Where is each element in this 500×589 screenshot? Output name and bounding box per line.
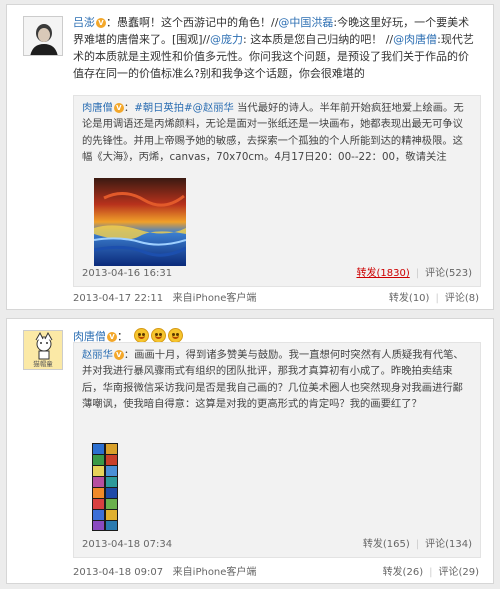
- comment-button[interactable]: 评论(8): [445, 293, 479, 304]
- comment-count-button[interactable]: 评论(134): [425, 539, 472, 550]
- repost-text: 赵丽华 V ：画画十月，得到诸多赞美与鼓励。我一直想何时突然有人质疑我有代笔、并对我…: [82, 349, 464, 411]
- timestamp[interactable]: 2013-04-16 16:31: [82, 266, 172, 282]
- timestamp[interactable]: 2013-04-17 22:11: [73, 293, 163, 304]
- avatar[interactable]: 猫帽童: [23, 330, 63, 370]
- post-text: ：愚蠢啊！这个西游记中的角色！//: [106, 16, 279, 29]
- post-card: 猫帽童 肉唐僧 V： 赵丽华 V ：画画十月，得到诸多赞美与鼓励。我一直想何时突然有人…: [6, 318, 494, 584]
- painting-thumbnail[interactable]: [93, 178, 187, 266]
- repost-author[interactable]: 肉唐僧: [82, 102, 113, 114]
- repost-author[interactable]: 赵丽华: [82, 349, 113, 361]
- post-footer: 2013-04-17 22:11 来自iPhone客户端 转发(10) | 评论(8…: [73, 291, 479, 307]
- paintings-thumbnail-strip[interactable]: [92, 443, 118, 531]
- laughing-emoji-icon: [167, 328, 183, 343]
- post-footer: 2013-04-18 09:07 来自iPhone客户端 转发(26) | 评论(2…: [73, 565, 479, 581]
- repost-box: 赵丽华 V ：画画十月，得到诸多赞美与鼓励。我一直想何时突然有人质疑我有代笔、并对我…: [73, 342, 481, 558]
- repost-text: 肉唐僧 V ：#朝日英拍#@赵丽华 当代最好的诗人。半年前开始疯狂地爱上绘画。无论是…: [82, 102, 464, 164]
- source-label: 来自iPhone客户端: [172, 567, 257, 578]
- divider: |: [415, 268, 420, 279]
- verified-icon: V: [113, 350, 124, 360]
- verified-icon: V: [113, 103, 124, 113]
- repost-box: 肉唐僧 V ：#朝日英拍#@赵丽华 当代最好的诗人。半年前开始疯狂地爱上绘画。无论是…: [73, 95, 481, 287]
- repost-count-button[interactable]: 转发(1830): [356, 268, 409, 279]
- laughing-emoji-icon: [150, 328, 166, 343]
- repost-footer: 2013-04-16 16:31 转发(1830) | 评论(523): [82, 266, 472, 282]
- repost-button[interactable]: 转发(26): [383, 567, 424, 578]
- post-card: 吕澎 V ：愚蠢啊！这个西游记中的角色！//@中国洪磊:今晚这里好玩，一个要美术界难…: [6, 4, 494, 310]
- timestamp[interactable]: 2013-04-18 07:34: [82, 537, 172, 553]
- repost-count-button[interactable]: 转发(165): [363, 539, 410, 550]
- mention-link[interactable]: @赵丽华: [193, 102, 234, 114]
- timestamp[interactable]: 2013-04-18 09:07: [73, 567, 163, 578]
- avatar-caption: 猫帽童: [33, 360, 53, 368]
- verified-icon: V: [107, 332, 117, 342]
- avatar[interactable]: [23, 16, 63, 56]
- hashtag-link[interactable]: #朝日英拍#: [134, 102, 192, 114]
- post-body: 吕澎 V ：愚蠢啊！这个西游记中的角色！//@中国洪磊:今晚这里好玩，一个要美术界难…: [73, 14, 479, 82]
- mention-link[interactable]: @庞力: [210, 33, 243, 46]
- source-label: 来自iPhone客户端: [172, 293, 257, 304]
- divider: |: [435, 293, 439, 304]
- divider: |: [429, 567, 433, 578]
- mention-link[interactable]: @中国洪磊: [278, 16, 333, 29]
- post-text: : 这本质是您自己归纳的吧！ //: [243, 33, 394, 47]
- repost-footer: 2013-04-18 07:34 转发(165) | 评论(134): [82, 537, 472, 553]
- divider: |: [415, 539, 420, 550]
- mention-link[interactable]: @肉唐僧: [393, 33, 437, 46]
- comment-button[interactable]: 评论(29): [438, 567, 479, 578]
- author-name[interactable]: 吕澎: [73, 16, 95, 29]
- verified-icon: V: [96, 18, 106, 28]
- laughing-emoji-icon: [133, 328, 149, 343]
- repost-button[interactable]: 转发(10): [389, 293, 430, 304]
- comment-count-button[interactable]: 评论(523): [425, 268, 472, 279]
